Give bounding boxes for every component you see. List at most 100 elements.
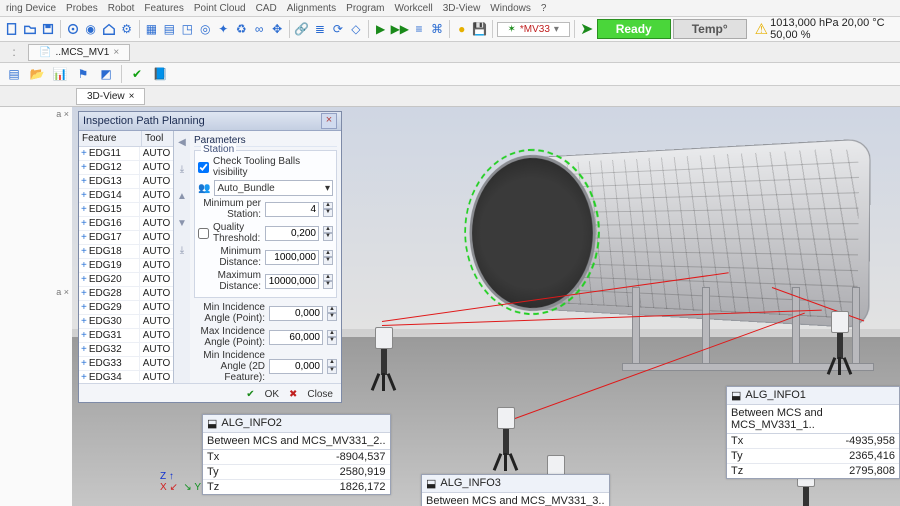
feature-row[interactable]: +EDG13AUTO: [79, 175, 173, 189]
script-icon[interactable]: ⌘: [429, 19, 445, 39]
refresh-icon[interactable]: ⟳: [330, 19, 346, 39]
doc-tabs: : 📄 ..MCS_MV1 ×: [0, 42, 900, 63]
target-icon[interactable]: [65, 19, 81, 39]
min-per-station-input[interactable]: [265, 202, 319, 217]
sun-icon[interactable]: ●: [454, 19, 470, 39]
book-icon[interactable]: 📘: [150, 64, 170, 84]
feature-row[interactable]: +EDG17AUTO: [79, 231, 173, 245]
stack-icon[interactable]: ≣: [312, 19, 328, 39]
arrow-up-icon[interactable]: ▲: [177, 191, 187, 202]
feature-row[interactable]: +EDG14AUTO: [79, 189, 173, 203]
menu-item[interactable]: Point Cloud: [194, 3, 246, 14]
close-icon[interactable]: ×: [321, 113, 337, 129]
max-dist-input[interactable]: [265, 274, 319, 289]
menu-item[interactable]: Windows: [490, 3, 531, 14]
menu-item[interactable]: Alignments: [287, 3, 336, 14]
feature-row[interactable]: +EDG29AUTO: [79, 301, 173, 315]
flag-icon[interactable]: ⚑: [73, 64, 93, 84]
tree-icon[interactable]: 📂: [27, 64, 47, 84]
close-button[interactable]: Close: [307, 389, 333, 400]
node-icon[interactable]: ◇: [348, 19, 364, 39]
menu-item[interactable]: Probes: [66, 3, 98, 14]
qt-input[interactable]: [265, 226, 319, 241]
axis-icon[interactable]: ✦: [215, 19, 231, 39]
menu-bar: ring Device Probes Robot Features Point …: [0, 0, 900, 17]
feature-row[interactable]: +EDG34AUTO: [79, 371, 173, 381]
save2-icon[interactable]: 💾: [472, 19, 488, 39]
compass-icon[interactable]: ✥: [269, 19, 285, 39]
menu-item[interactable]: Workcell: [395, 3, 433, 14]
menu-item[interactable]: ring Device: [6, 3, 56, 14]
feature-list[interactable]: FeatureTool +EDG11AUTO+EDG12AUTO+EDG13AU…: [79, 131, 174, 383]
pin-header[interactable]: a ×: [56, 109, 69, 119]
menu-item[interactable]: Robot: [108, 3, 135, 14]
lbl-check-vis: Check Tooling Balls visibility: [213, 156, 333, 178]
run-icon[interactable]: ➤: [579, 19, 595, 39]
ok-icon[interactable]: ✔: [127, 64, 147, 84]
list-icon[interactable]: ▤: [4, 64, 24, 84]
arrow-down-icon[interactable]: ▼: [177, 218, 187, 229]
fastforward-icon[interactable]: ▶▶: [391, 19, 409, 39]
info-sub: Between MCS and MCS_MV331_2..: [203, 433, 390, 450]
play-icon[interactable]: ▶: [373, 19, 389, 39]
qt-check[interactable]: [198, 228, 209, 239]
connect-icon[interactable]: 🔗: [294, 19, 310, 39]
feature-row[interactable]: +EDG18AUTO: [79, 245, 173, 259]
view-tab[interactable]: 3D-View ×: [76, 88, 145, 105]
align-icon[interactable]: ≡: [411, 19, 427, 39]
move-left-icon[interactable]: ◀: [178, 137, 186, 148]
inspection-path-planning-dialog[interactable]: Inspection Path Planning × FeatureTool +…: [78, 111, 342, 403]
temp-button[interactable]: Temp°: [673, 19, 747, 39]
new-icon[interactable]: [4, 19, 20, 39]
wireframe-icon[interactable]: ▤: [161, 19, 177, 39]
view-tab-bar: 3D-View ×: [0, 86, 900, 107]
min-point-input[interactable]: [269, 306, 323, 321]
mv-selector[interactable]: ✶*MV33▾: [497, 22, 570, 37]
move-bottom-icon[interactable]: ⤓: [180, 245, 184, 256]
alg-info1-panel[interactable]: ⬓ALG_INFO1 Between MCS and MCS_MV331_1..…: [726, 386, 900, 479]
feature-row[interactable]: +EDG15AUTO: [79, 203, 173, 217]
doc-tab[interactable]: 📄 ..MCS_MV1 ×: [28, 44, 130, 61]
pin-header[interactable]: a ×: [56, 287, 69, 297]
open-icon[interactable]: [22, 19, 38, 39]
feature-row[interactable]: +EDG19AUTO: [79, 259, 173, 273]
cube-icon[interactable]: ◳: [179, 19, 195, 39]
menu-item[interactable]: CAD: [256, 3, 277, 14]
menu-item[interactable]: Features: [144, 3, 183, 14]
feature-row[interactable]: +EDG12AUTO: [79, 161, 173, 175]
probe-icon[interactable]: ◉: [83, 19, 99, 39]
ring-icon[interactable]: ◎: [197, 19, 213, 39]
alg-info3-panel[interactable]: ⬓ALG_INFO3 Between MCS and MCS_MV331_3..…: [421, 474, 610, 506]
min-dist-input[interactable]: [265, 250, 319, 265]
cog-icon[interactable]: ♻: [233, 19, 249, 39]
menu-item[interactable]: Program: [346, 3, 384, 14]
save-icon[interactable]: [40, 19, 56, 39]
alg-info2-panel[interactable]: ⬓ALG_INFO2 Between MCS and MCS_MV331_2..…: [202, 414, 391, 495]
feature-row[interactable]: +EDG20AUTO: [79, 273, 173, 287]
close-icon[interactable]: ×: [113, 47, 119, 58]
chart-icon[interactable]: 📊: [50, 64, 70, 84]
min-2d-input[interactable]: [269, 359, 323, 374]
move-up-icon[interactable]: ⤓: [180, 164, 184, 175]
ok-button[interactable]: OK: [265, 389, 279, 400]
check-tooling-visibility[interactable]: [198, 162, 209, 173]
bundle-select[interactable]: Auto_Bundle▾: [214, 180, 333, 196]
feature-row[interactable]: +EDG31AUTO: [79, 329, 173, 343]
feature-row[interactable]: +EDG16AUTO: [79, 217, 173, 231]
link-icon[interactable]: ∞: [251, 19, 267, 39]
feature-row[interactable]: +EDG32AUTO: [79, 343, 173, 357]
menu-item[interactable]: ?: [541, 3, 547, 14]
menu-item[interactable]: 3D-View: [443, 3, 481, 14]
max-point-input[interactable]: [269, 330, 323, 345]
camera-icon[interactable]: ◩: [96, 64, 116, 84]
ready-button[interactable]: Ready: [597, 19, 671, 39]
feature-row[interactable]: +EDG28AUTO: [79, 287, 173, 301]
grid-icon[interactable]: ▦: [143, 19, 159, 39]
feature-row[interactable]: +EDG33AUTO: [79, 357, 173, 371]
feature-row[interactable]: +EDG30AUTO: [79, 315, 173, 329]
close-icon[interactable]: ×: [129, 91, 135, 102]
axis-icon: ⬓: [426, 477, 436, 490]
settings-icon[interactable]: ⚙: [119, 19, 135, 39]
feature-row[interactable]: +EDG11AUTO: [79, 147, 173, 161]
home-icon[interactable]: [101, 19, 117, 39]
